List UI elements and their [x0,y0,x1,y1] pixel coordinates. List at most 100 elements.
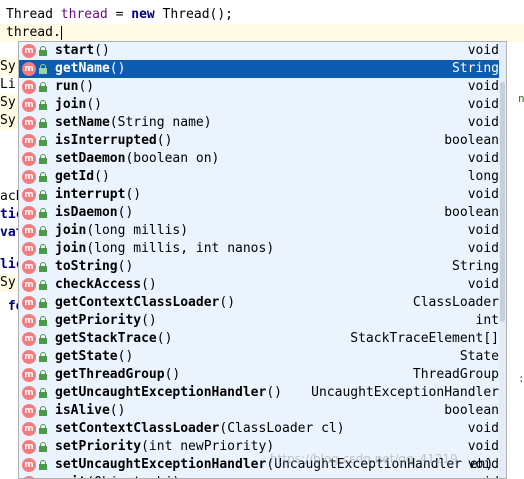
return-type: boolean [444,403,499,418]
public-access-icon [39,208,47,218]
method-signature: wait(Object obj) [55,474,180,478]
method-name: toString [55,259,118,274]
method-params: () [141,277,157,292]
completion-item-join[interactable]: m join(long millis, int nanos) void [19,240,506,258]
method-name: getThreadGroup [55,367,165,382]
method-icon: m [22,170,36,184]
method-signature: isAlive() [55,402,125,420]
scrollbar-thumb[interactable] [500,82,505,322]
method-name: join [55,241,87,256]
method-name: setContextClassLoader [55,421,220,436]
method-name: checkAccess [55,277,142,292]
completion-item-isAlive[interactable]: m isAlive() boolean [19,402,506,420]
method-signature: isInterrupted() [55,132,172,150]
background-code-fragment: Sy [0,274,18,292]
method-name: join [55,97,87,112]
completion-item-join[interactable]: m join(long millis) void [19,222,506,240]
method-params: () [94,169,110,184]
method-icon: m [22,188,36,202]
assign-op: = [107,7,132,22]
method-name: getPriority [55,313,142,328]
public-access-icon [39,442,47,452]
method-signature: getThreadGroup() [55,366,180,384]
completion-item-getThreadGroup[interactable]: m getThreadGroup() ThreadGroup [19,366,506,384]
method-params: () [78,79,95,94]
completion-item-join[interactable]: m join() void [19,96,506,114]
return-type: void [467,241,499,256]
completion-item-checkAccess[interactable]: m checkAccess() void [19,276,506,294]
method-name: getState [55,349,118,364]
method-signature: join() [55,96,102,114]
public-access-icon [39,244,47,254]
completion-item-isInterrupted[interactable]: m isInterrupted() boolean [19,132,506,150]
method-params: () [109,403,126,418]
public-access-icon [39,298,47,308]
variable-name: thread [60,7,108,22]
public-access-icon [39,100,47,110]
return-type: boolean [444,205,499,220]
completion-item-getId[interactable]: m getId() long [19,168,506,186]
completion-item-isDaemon[interactable]: m isDaemon() boolean [19,204,506,222]
method-icon: m [22,314,36,328]
return-type: ClassLoader [412,295,499,310]
return-type: boolean [444,133,499,148]
return-type: void [467,223,499,238]
completion-item-getStackTrace[interactable]: m getStackTrace() StackTraceElement[] [19,330,506,348]
background-code-fragment: Li [0,77,16,92]
code-line-2[interactable]: thread. [6,24,62,42]
method-icon: m [22,98,36,112]
method-params: () [86,97,102,112]
method-signature: getStackTrace() [55,330,172,348]
completion-item-toString[interactable]: m toString() String [19,258,506,276]
method-signature: getContextClassLoader() [55,294,235,312]
method-icon: m [22,404,36,418]
completion-item-getPriority[interactable]: m getPriority() int [19,312,506,330]
public-access-icon [39,388,47,398]
public-access-icon [39,262,47,272]
method-params: () [125,187,142,202]
method-icon: m [22,134,36,148]
public-access-icon [39,82,47,92]
method-icon: m [22,152,36,166]
method-params: () [156,133,173,148]
code-completion-popup[interactable]: m start() void m getName() String m run() void m j… [18,41,507,479]
method-signature: toString() [55,258,133,276]
completion-item-setName[interactable]: m setName(String name) void [19,114,506,132]
completion-item-getContextClassLoader[interactable]: m getContextClassLoader() ClassLoader [19,294,506,312]
popup-scrollbar[interactable] [499,42,506,478]
public-access-icon [39,460,47,470]
completion-item-start[interactable]: m start() void [19,42,506,60]
completion-item-run[interactable]: m run() void [19,78,506,96]
public-access-icon [39,226,47,236]
completion-item-setContextClassLoader[interactable]: m setContextClassLoader(ClassLoader cl) vo… [19,420,506,438]
completion-item-getState[interactable]: m getState() State [19,348,506,366]
code-line-1: Thread thread = new Thread(); [6,6,233,24]
method-signature: join(long millis, int nanos) [55,240,274,258]
method-params: (long millis) [86,223,189,238]
method-name: start [55,43,95,58]
return-type: void [467,151,499,166]
return-type: void [467,439,499,454]
public-access-icon [39,46,47,56]
method-icon: m [22,368,36,382]
completion-item-wait[interactable]: mwait(Object obj)void [19,474,506,478]
completion-item-interrupt[interactable]: m interrupt() void [19,186,506,204]
return-type: State [459,349,499,364]
method-params: (long millis, int nanos) [86,241,275,256]
method-name: getStackTrace [55,331,157,346]
completion-item-setDaemon[interactable]: m setDaemon(boolean on) void [19,150,506,168]
return-type: void [467,277,499,292]
return-type: void [467,187,499,202]
background-code-fragment: Sy [0,94,18,112]
method-params: () [117,259,134,274]
public-access-icon [39,136,47,146]
method-icon: m [22,62,36,76]
method-signature: checkAccess() [55,276,157,294]
completion-item-getUncaughtExceptionHandler[interactable]: m getUncaughtExceptionHandler() UncaughtEx… [19,384,506,402]
public-access-icon [39,334,47,344]
method-icon: m [22,260,36,274]
method-signature: setContextClassLoader(ClassLoader cl) [55,420,345,438]
completion-item-getName[interactable]: m getName() String [19,60,506,78]
method-icon: m [22,80,36,94]
method-icon: m [22,458,36,472]
